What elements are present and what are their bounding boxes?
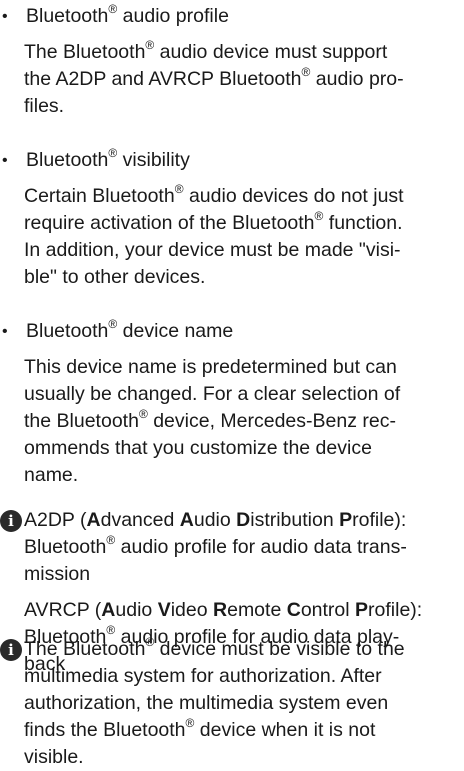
bullet-header: • Bluetooth® device name [0, 318, 450, 345]
bullet-dot-icon: • [2, 323, 8, 340]
bullet-dot-icon: • [2, 152, 8, 169]
bullet-item-device-name: • Bluetooth® device name This device nam… [0, 318, 450, 489]
bullet-header: • Bluetooth® visibility [0, 147, 450, 174]
bullet-title: Bluetooth® audio profile [26, 1, 229, 28]
manual-page: • Bluetooth® audio profile The Bluetooth… [0, 0, 464, 768]
bullet-body: Certain Bluetooth® audio devices do not … [24, 181, 404, 289]
bullet-title: Bluetooth® device name [26, 316, 234, 343]
bullet-item-audio-profile: • Bluetooth® audio profile The Bluetooth… [0, 3, 450, 120]
bullet-item-visibility: • Bluetooth® visibility Certain Bluetoot… [0, 147, 450, 291]
a2dp-term: A2DP (Advanced Audio Distribution Profil… [24, 509, 407, 531]
bullet-body: The Bluetooth® audio device must support… [24, 37, 404, 118]
a2dp-description: Bluetooth® audio profile for audio data … [24, 532, 407, 586]
info-icon: i [0, 639, 22, 661]
bullet-body: This device name is predetermined but ca… [24, 356, 401, 486]
bullet-header: • Bluetooth® audio profile [0, 3, 450, 30]
bullet-title: Bluetooth® visibility [26, 145, 190, 172]
avrcp-term: AVRCP (Audio Video Remote Control Profil… [24, 599, 423, 621]
bullet-dot-icon: • [2, 8, 8, 25]
info-icon: i [0, 510, 22, 532]
